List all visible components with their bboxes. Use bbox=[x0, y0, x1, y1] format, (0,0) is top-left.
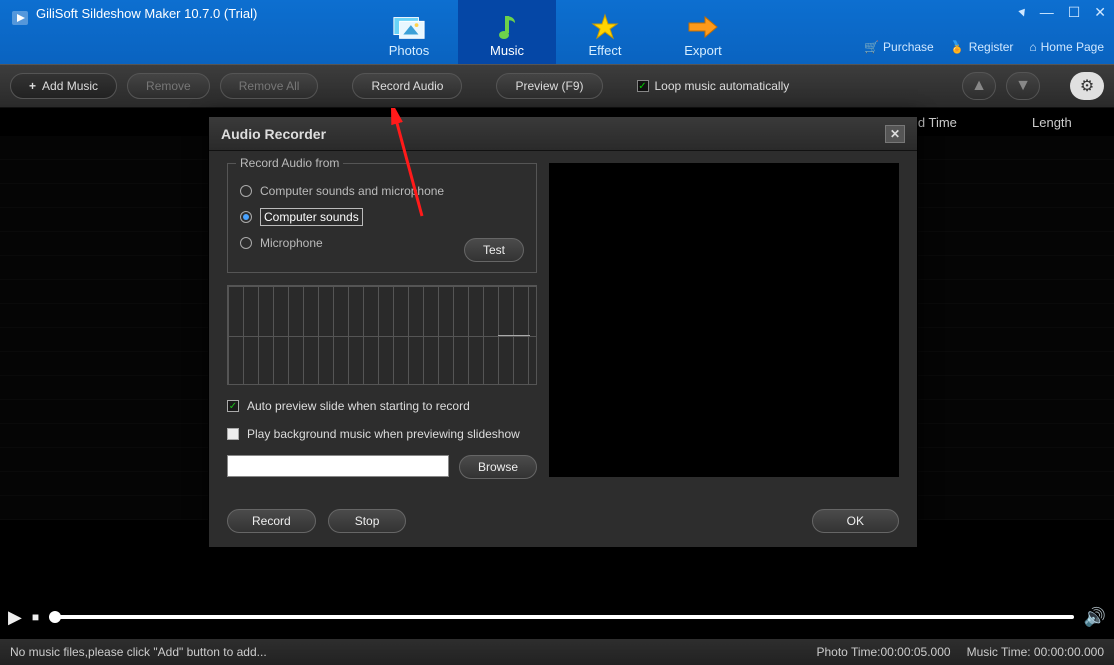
effect-icon bbox=[588, 13, 622, 41]
home-icon: ⌂ bbox=[1029, 40, 1036, 54]
stop-icon: ■ bbox=[32, 610, 39, 624]
radio-label: Computer sounds bbox=[260, 208, 363, 226]
play-button[interactable]: ▶ bbox=[8, 607, 22, 628]
settings-button[interactable]: ⚙ bbox=[1070, 72, 1104, 100]
link-purchase[interactable]: 🛒 Purchase bbox=[864, 40, 934, 54]
radio-icon bbox=[240, 211, 252, 223]
photo-time-value: 00:00:05.000 bbox=[881, 645, 951, 659]
photo-time-label: Photo Time: bbox=[816, 645, 880, 659]
tab-music[interactable]: Music bbox=[458, 0, 556, 64]
radio-icon bbox=[240, 237, 252, 249]
radio-computer-and-mic[interactable]: Computer sounds and microphone bbox=[240, 184, 524, 198]
audio-recorder-dialog: Audio Recorder ✕ Record Audio from Compu… bbox=[208, 116, 918, 548]
dialog-title: Audio Recorder bbox=[221, 126, 326, 142]
stop-button[interactable]: Stop bbox=[328, 509, 407, 533]
seek-slider[interactable] bbox=[49, 615, 1073, 619]
add-music-button[interactable]: Add Music bbox=[10, 73, 117, 99]
link-home-label: Home Page bbox=[1041, 40, 1104, 54]
chk-label: Play background music when previewing sl… bbox=[247, 427, 520, 441]
volume-icon: 🔊 bbox=[1084, 607, 1106, 627]
arrow-up-icon: ▲ bbox=[971, 77, 987, 95]
tab-export[interactable]: Export bbox=[654, 0, 752, 64]
music-time: Music Time: 00:00:00.000 bbox=[967, 645, 1104, 659]
top-tabs: Photos Music Effect Export bbox=[360, 0, 752, 64]
pin-icon[interactable]: ▾ bbox=[1016, 3, 1028, 21]
medal-icon: 🏅 bbox=[950, 40, 965, 54]
app-title: GiliSoft Sildeshow Maker 10.7.0 (Trial) bbox=[36, 6, 257, 21]
checkbox-icon bbox=[227, 428, 239, 440]
checkbox-icon: ✓ bbox=[637, 80, 649, 92]
status-message: No music files,please click "Add" button… bbox=[10, 645, 267, 659]
tab-photos[interactable]: Photos bbox=[360, 0, 458, 64]
auto-preview-checkbox[interactable]: ✓ Auto preview slide when starting to re… bbox=[227, 399, 537, 413]
loop-checkbox[interactable]: ✓ Loop music automatically bbox=[637, 79, 790, 93]
minimize-icon[interactable]: — bbox=[1040, 4, 1054, 21]
link-home[interactable]: ⌂ Home Page bbox=[1029, 40, 1104, 54]
close-icon: ✕ bbox=[890, 127, 900, 141]
photo-time: Photo Time:00:00:05.000 bbox=[816, 645, 950, 659]
close-icon[interactable]: ✕ bbox=[1094, 4, 1106, 21]
app-icon bbox=[10, 8, 30, 28]
group-legend: Record Audio from bbox=[236, 156, 343, 170]
move-down-button[interactable]: ▼ bbox=[1006, 72, 1040, 100]
player-controls: ▶ ■ 🔊 bbox=[0, 595, 1114, 639]
play-bg-music-checkbox[interactable]: Play background music when previewing sl… bbox=[227, 427, 537, 441]
arrow-down-icon: ▼ bbox=[1015, 77, 1031, 95]
output-path-input[interactable] bbox=[227, 455, 449, 477]
preview-button[interactable]: Preview (F9) bbox=[496, 73, 602, 99]
music-time-label: Music Time: bbox=[967, 645, 1034, 659]
dialog-titlebar: Audio Recorder ✕ bbox=[209, 117, 917, 151]
radio-label: Computer sounds and microphone bbox=[260, 184, 444, 198]
ok-button[interactable]: OK bbox=[812, 509, 899, 533]
maximize-icon[interactable]: ☐ bbox=[1068, 4, 1081, 21]
col-endtime: End Time bbox=[902, 115, 1032, 130]
radio-computer-sounds[interactable]: Computer sounds bbox=[240, 208, 524, 226]
tab-photos-label: Photos bbox=[389, 43, 429, 58]
test-button[interactable]: Test bbox=[464, 238, 524, 262]
loop-label: Loop music automatically bbox=[655, 79, 790, 93]
photos-icon bbox=[392, 13, 426, 41]
titlebar: GiliSoft Sildeshow Maker 10.7.0 (Trial) … bbox=[0, 0, 1114, 64]
radio-label: Microphone bbox=[260, 236, 323, 250]
record-audio-button[interactable]: Record Audio bbox=[352, 73, 462, 99]
link-purchase-label: Purchase bbox=[883, 40, 934, 54]
col-length: Length bbox=[1032, 115, 1072, 130]
slider-knob[interactable] bbox=[49, 611, 61, 623]
remove-button[interactable]: Remove bbox=[127, 73, 210, 99]
music-time-value: 00:00:00.000 bbox=[1034, 645, 1104, 659]
gear-icon: ⚙ bbox=[1080, 76, 1094, 96]
record-button[interactable]: Record bbox=[227, 509, 316, 533]
remove-all-button[interactable]: Remove All bbox=[220, 73, 319, 99]
move-up-button[interactable]: ▲ bbox=[962, 72, 996, 100]
checkbox-icon: ✓ bbox=[227, 400, 239, 412]
tab-effect-label: Effect bbox=[588, 43, 621, 58]
music-icon bbox=[490, 13, 524, 41]
statusbar: No music files,please click "Add" button… bbox=[0, 639, 1114, 665]
export-icon bbox=[686, 13, 720, 41]
cart-icon: 🛒 bbox=[864, 40, 879, 54]
link-register-label: Register bbox=[969, 40, 1014, 54]
tab-export-label: Export bbox=[684, 43, 722, 58]
tab-music-label: Music bbox=[490, 43, 524, 58]
browse-button[interactable]: Browse bbox=[459, 455, 537, 479]
dialog-close-button[interactable]: ✕ bbox=[885, 125, 905, 143]
radio-icon bbox=[240, 185, 252, 197]
preview-panel bbox=[549, 163, 899, 477]
tab-effect[interactable]: Effect bbox=[556, 0, 654, 64]
toolbar: Add Music Remove Remove All Record Audio… bbox=[0, 64, 1114, 108]
play-icon: ▶ bbox=[8, 607, 22, 627]
volume-button[interactable]: 🔊 bbox=[1084, 607, 1106, 628]
link-register[interactable]: 🏅 Register bbox=[950, 40, 1014, 54]
chk-label: Auto preview slide when starting to reco… bbox=[247, 399, 470, 413]
record-from-group: Record Audio from Computer sounds and mi… bbox=[227, 163, 537, 273]
waveform-display bbox=[227, 285, 537, 385]
stop-playback-button[interactable]: ■ bbox=[32, 610, 39, 624]
